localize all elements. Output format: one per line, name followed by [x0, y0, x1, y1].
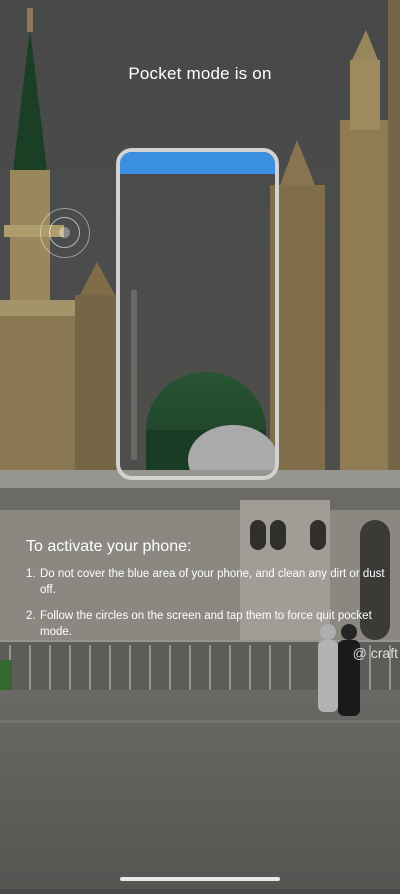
home-indicator[interactable]	[120, 877, 280, 881]
step-number: 2.	[26, 610, 36, 622]
tap-circle-center-dot	[59, 227, 70, 238]
sensor-blue-area	[120, 152, 275, 174]
step-text: Do not cover the blue area of your phone…	[40, 568, 385, 596]
watermark-text: @ craft	[352, 645, 398, 661]
page-title: Pocket mode is on	[128, 64, 272, 83]
tap-circle-icon[interactable]	[40, 208, 90, 258]
step-number: 1.	[26, 568, 36, 580]
instructions-panel: To activate your phone: 1. Do not cover …	[26, 538, 386, 650]
instructions-heading: To activate your phone:	[26, 538, 192, 555]
instruction-step: 2. Follow the circles on the screen and …	[26, 608, 386, 640]
step-text: Follow the circles on the screen and tap…	[40, 610, 372, 638]
phone-outline-frame	[116, 148, 279, 480]
instruction-step: 1. Do not cover the blue area of your ph…	[26, 566, 386, 598]
